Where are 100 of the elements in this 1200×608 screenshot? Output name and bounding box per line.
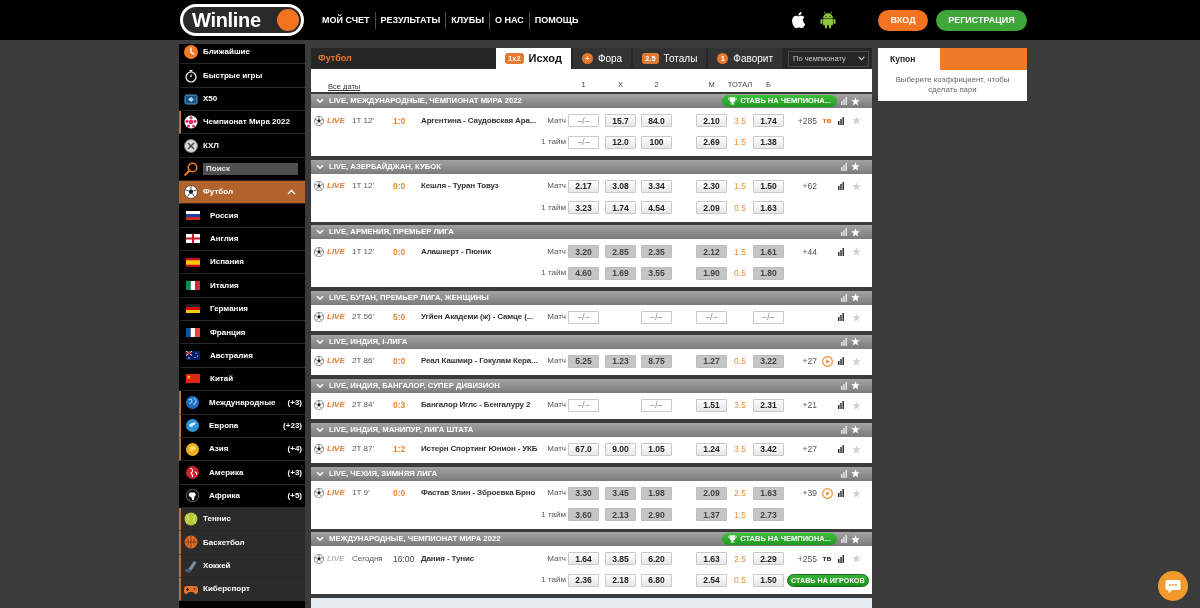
play-circle-icon[interactable]: [821, 487, 833, 499]
odds-button[interactable]: 2.90: [641, 508, 672, 522]
android-icon[interactable]: [820, 11, 836, 29]
star-icon[interactable]: [852, 400, 861, 410]
odds-button[interactable]: 1.74: [753, 114, 784, 128]
odds-button[interactable]: 2.36: [568, 573, 599, 587]
chevron-down-icon[interactable]: [316, 229, 324, 235]
odds-button[interactable]: 2.54: [696, 573, 727, 587]
more-markets-link[interactable]: +285: [797, 115, 817, 126]
odds-button[interactable]: –/–: [641, 310, 672, 324]
match-teams[interactable]: Алашкерт - Пюник: [421, 246, 492, 257]
match-teams[interactable]: Истерн Спортинг Юнион - УКБ: [421, 444, 538, 455]
odds-button[interactable]: 1.50: [753, 573, 784, 587]
star-icon[interactable]: [852, 444, 861, 454]
odds-button[interactable]: 15.7: [605, 114, 636, 128]
star-icon[interactable]: [852, 488, 861, 498]
play-circle-icon[interactable]: [821, 355, 833, 367]
odds-button[interactable]: 1.24: [696, 442, 727, 456]
more-markets-link[interactable]: +62: [802, 181, 817, 192]
nav-link[interactable]: КЛУБЫ: [445, 11, 489, 29]
odds-button[interactable]: 2.12: [696, 245, 727, 259]
odds-button[interactable]: 4.54: [641, 201, 672, 215]
star-icon[interactable]: [852, 356, 861, 366]
odds-button[interactable]: 5.25: [568, 354, 599, 368]
bar-chart-icon[interactable]: [838, 401, 844, 410]
odds-button[interactable]: 3.55: [641, 266, 672, 280]
star-icon[interactable]: [851, 425, 860, 434]
odds-button[interactable]: 3.23: [568, 201, 599, 215]
nav-link[interactable]: О НАС: [489, 11, 529, 29]
odds-button[interactable]: 67.0: [568, 442, 599, 456]
star-icon[interactable]: [851, 337, 860, 346]
odds-button[interactable]: 1.63: [753, 201, 784, 215]
odds-button[interactable]: 3.85: [605, 552, 636, 566]
odds-button[interactable]: 1.61: [753, 245, 784, 259]
odds-button[interactable]: 2.73: [753, 508, 784, 522]
bar-chart-icon[interactable]: [838, 313, 844, 322]
odds-button[interactable]: 1.90: [696, 266, 727, 280]
odds-button[interactable]: 1.05: [641, 442, 672, 456]
odds-button[interactable]: 4.60: [568, 266, 599, 280]
odds-button[interactable]: –/–: [568, 310, 599, 324]
chevron-down-icon[interactable]: [316, 470, 324, 477]
match-teams[interactable]: Реал Кашмир - Гокулам Кера...: [421, 356, 538, 367]
odds-button[interactable]: 84.0: [641, 114, 672, 128]
match-teams[interactable]: Бангалор Иглс - Бенгалуру 2: [421, 400, 531, 411]
more-markets-link[interactable]: +39: [802, 488, 817, 499]
odds-button[interactable]: 2.35: [641, 245, 672, 259]
match-teams[interactable]: Кешля - Туран Товуз: [421, 181, 499, 192]
chevron-down-icon[interactable]: [316, 536, 324, 542]
star-icon[interactable]: [851, 293, 860, 302]
odds-button[interactable]: 100: [641, 135, 672, 149]
sidebar-item[interactable]: Ближайшие: [179, 44, 305, 65]
odds-button[interactable]: 9.00: [605, 442, 636, 456]
more-markets-link[interactable]: +44: [802, 246, 817, 257]
chevron-up-icon[interactable]: [287, 189, 296, 196]
sidebar-item[interactable]: Баскетбол: [179, 531, 305, 555]
odds-button[interactable]: 2.09: [696, 201, 727, 215]
odds-button[interactable]: 12.0: [605, 135, 636, 149]
odds-button[interactable]: 3.42: [753, 442, 784, 456]
star-icon[interactable]: [851, 469, 860, 478]
chevron-down-icon[interactable]: [316, 338, 324, 345]
odds-button[interactable]: 2.69: [696, 135, 727, 149]
sidebar-item[interactable]: Хоккей: [179, 554, 305, 578]
odds-button[interactable]: 3.60: [568, 508, 599, 522]
odds-button[interactable]: –/–: [568, 135, 599, 149]
sidebar-item[interactable]: Футбол: [179, 181, 305, 205]
nav-link[interactable]: РЕЗУЛЬТАТЫ: [374, 11, 446, 29]
sidebar-item[interactable]: Международные (+3): [179, 391, 305, 415]
more-markets-link[interactable]: +255: [797, 553, 817, 564]
chevron-down-icon[interactable]: [316, 382, 324, 389]
bar-chart-icon[interactable]: [838, 445, 844, 454]
bar-chart-icon[interactable]: [838, 489, 844, 498]
star-icon[interactable]: [852, 247, 861, 257]
odds-button[interactable]: 2.10: [696, 114, 727, 128]
odds-button[interactable]: –/–: [753, 310, 784, 324]
odds-button[interactable]: 1.69: [605, 266, 636, 280]
odds-button[interactable]: 2.18: [605, 573, 636, 587]
odds-button[interactable]: 6.20: [641, 552, 672, 566]
odds-button[interactable]: 2.29: [753, 552, 784, 566]
odds-button[interactable]: 1.27: [696, 354, 727, 368]
odds-button[interactable]: –/–: [568, 398, 599, 412]
odds-button[interactable]: 1.51: [696, 398, 727, 412]
more-markets-link[interactable]: +21: [802, 400, 817, 411]
sidebar-item[interactable]: Азия (+4): [179, 437, 305, 462]
odds-button[interactable]: 3.22: [753, 354, 784, 368]
star-icon[interactable]: [851, 381, 860, 390]
chevron-down-icon[interactable]: [316, 98, 324, 104]
star-icon[interactable]: [851, 96, 860, 106]
odds-button[interactable]: 3.08: [605, 179, 636, 193]
star-icon[interactable]: [851, 227, 860, 237]
odds-button[interactable]: 6.80: [641, 573, 672, 587]
sidebar-item[interactable]: Киберспорт: [179, 577, 305, 602]
star-icon[interactable]: [852, 181, 861, 191]
odds-button[interactable]: 1.50: [753, 179, 784, 193]
more-markets-link[interactable]: +27: [802, 444, 817, 455]
odds-button[interactable]: 1.80: [753, 266, 784, 280]
chevron-down-icon[interactable]: [316, 163, 324, 170]
tv-label[interactable]: тв: [822, 554, 832, 563]
odds-button[interactable]: 1.63: [696, 552, 727, 566]
sidebar-item[interactable]: Чемпионат Мира 2022: [179, 111, 305, 135]
odds-button[interactable]: 3.34: [641, 179, 672, 193]
